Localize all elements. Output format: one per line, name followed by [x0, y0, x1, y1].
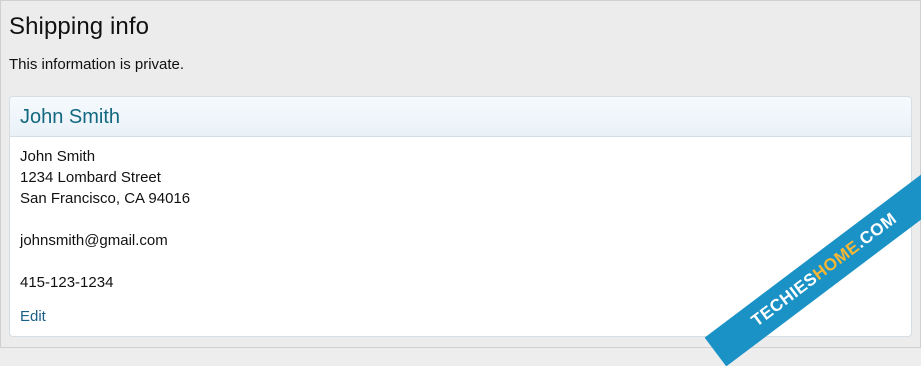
address-line-city: San Francisco, CA 94016: [20, 190, 191, 207]
edit-link[interactable]: Edit: [20, 306, 46, 327]
address-line-street: 1234 Lombard Street: [20, 169, 161, 186]
address-line-name: John Smith: [20, 148, 96, 165]
recipient-name-link[interactable]: John Smith: [20, 106, 120, 128]
email-text: johnsmith@gmail.com: [20, 232, 168, 249]
privacy-note: This information is private.: [9, 56, 185, 73]
card-header: John Smith: [10, 97, 911, 137]
page-title: Shipping info: [9, 13, 150, 40]
